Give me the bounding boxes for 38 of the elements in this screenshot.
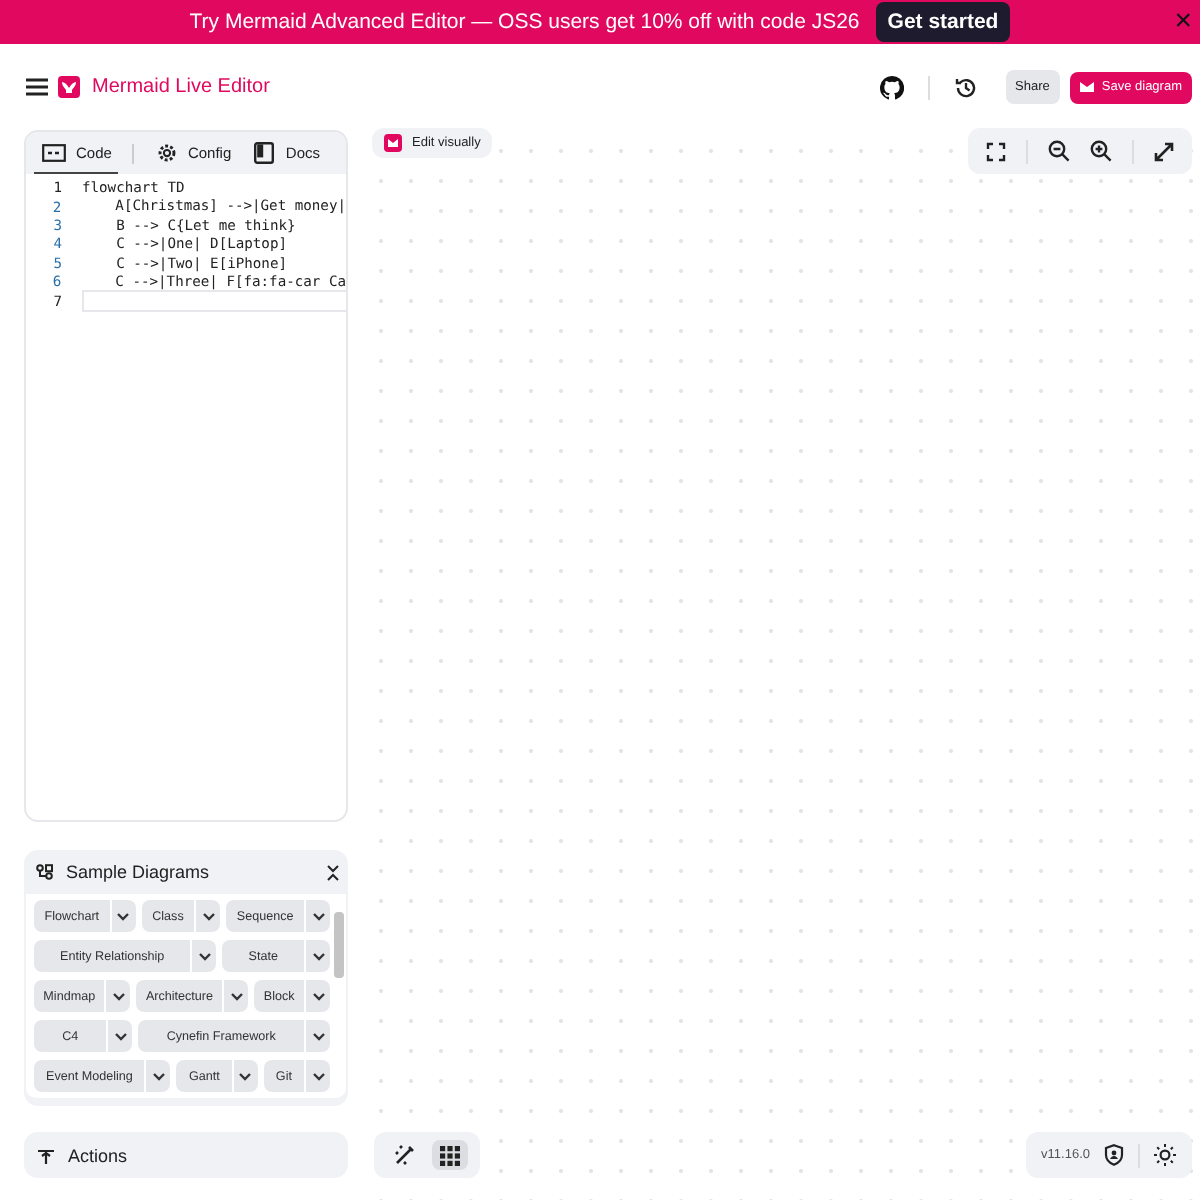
logo-icon xyxy=(58,76,80,98)
book-icon xyxy=(253,142,274,164)
caret-icon xyxy=(201,911,216,921)
caret-icon xyxy=(113,1031,128,1041)
close-button[interactable]: × xyxy=(1170,6,1196,36)
caret-icon xyxy=(311,1071,325,1081)
collapse-icon[interactable] xyxy=(326,863,340,881)
caret-icon xyxy=(311,951,326,961)
caret-icon xyxy=(197,951,212,961)
menu-icon[interactable] xyxy=(26,78,48,96)
gear-icon xyxy=(155,141,178,163)
history-icon[interactable] xyxy=(953,75,978,99)
caret-icon xyxy=(311,1031,325,1041)
diagram-icon xyxy=(384,134,402,152)
github-icon[interactable] xyxy=(879,75,904,99)
caret-icon xyxy=(238,1071,253,1081)
panel-title: Sample Diagrams xyxy=(66,862,210,882)
expand-icon[interactable] xyxy=(1154,141,1174,161)
grid-icon[interactable] xyxy=(432,1140,468,1170)
caret-icon xyxy=(151,1071,166,1081)
caret-icon xyxy=(111,991,126,1001)
caret-icon xyxy=(229,991,244,1001)
actions-panel[interactable]: Actions xyxy=(24,1132,348,1178)
fit-screen-icon[interactable] xyxy=(986,141,1006,161)
shield-icon[interactable] xyxy=(1104,1144,1124,1166)
panel-title: Actions xyxy=(68,1145,128,1165)
caret-icon xyxy=(311,991,325,1001)
diagram-icon xyxy=(1079,80,1094,94)
promo-message: Try Mermaid Advanced Editor — OSS users get 10% off with code JS26 xyxy=(189,10,860,34)
code-icon xyxy=(42,143,66,161)
caret-icon xyxy=(116,911,131,921)
zoom-out-icon[interactable] xyxy=(1048,140,1070,162)
theme-icon[interactable] xyxy=(1154,1144,1176,1166)
shapes-icon xyxy=(36,864,54,880)
zoom-in-icon[interactable] xyxy=(1090,140,1112,162)
get-started-button[interactable]: Get started xyxy=(875,2,1011,42)
app-title: Mermaid Live Editor xyxy=(92,76,270,98)
caret-icon xyxy=(311,911,326,921)
